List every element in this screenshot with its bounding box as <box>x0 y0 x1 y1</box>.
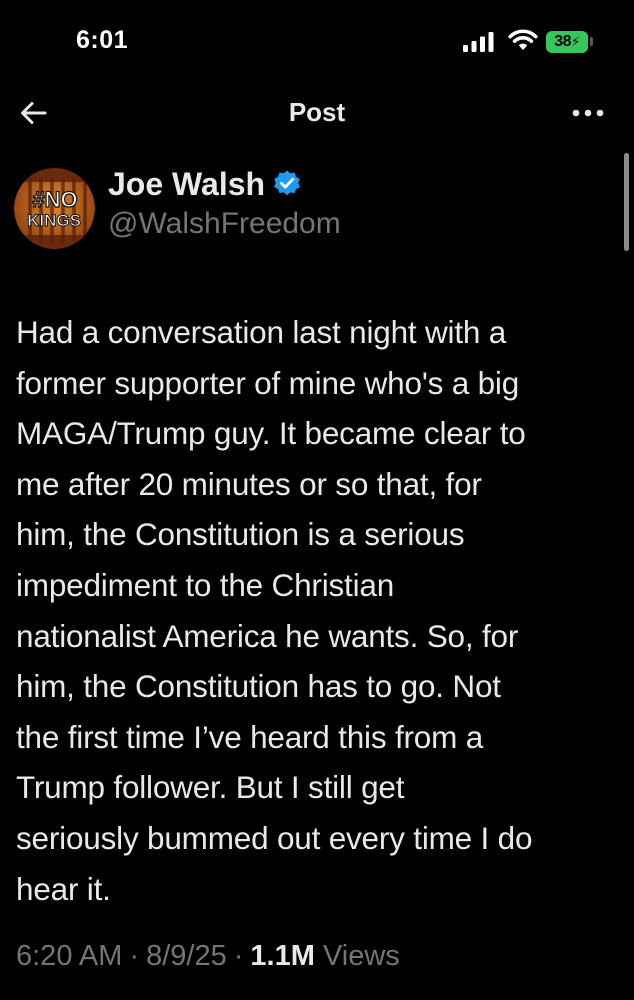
tweet-line: me after 20 minutes or so that, for <box>16 465 482 502</box>
views-label: Views <box>322 940 400 972</box>
svg-text:KINGS: KINGS <box>27 211 81 230</box>
author-name[interactable]: Joe Walsh <box>108 166 265 203</box>
wifi-icon <box>508 29 538 50</box>
tweet-line: hear it. <box>16 870 111 907</box>
status-time: 6:01 <box>76 26 129 54</box>
tweet-text: Had a conversation last night with a for… <box>16 307 622 914</box>
svg-text:#NO: #NO <box>32 187 77 212</box>
meta-separator: · <box>233 940 244 972</box>
verified-badge-icon[interactable] <box>272 169 302 199</box>
nav-bar: Post <box>0 88 634 138</box>
cellular-signal-icon <box>463 32 494 52</box>
tweet-line: the first time I’ve heard this from a <box>16 718 484 755</box>
battery-charging-icon: 38 ⚡ <box>546 31 588 53</box>
post-time[interactable]: 6:20 AM <box>16 940 122 972</box>
avatar[interactable]: #NO KINGS <box>14 168 95 249</box>
tweet-line: nationalist America he wants. So, for <box>16 617 519 654</box>
author-name-row: Joe Walsh <box>108 165 302 203</box>
post-screen: 6:01 38 ⚡ Post #NO KINGS Joe Walsh @Wals… <box>0 0 634 1000</box>
tweet-line: him, the Constitution has to go. Not <box>16 668 501 705</box>
tweet-line: seriously bummed out every time I do <box>16 819 533 856</box>
post-date[interactable]: 8/9/25 <box>146 940 227 972</box>
tweet-line: him, the Constitution is a serious <box>16 516 465 553</box>
battery-tip <box>590 37 593 46</box>
more-horizontal-icon[interactable] <box>569 96 607 130</box>
views-count[interactable]: 1.1M <box>250 940 314 972</box>
no-kings-logo: #NO KINGS <box>14 168 95 249</box>
battery-level: 38 <box>554 33 572 50</box>
status-bar: 6:01 38 ⚡ <box>0 0 634 90</box>
tweet-line: former supporter of mine who's a big <box>16 364 520 401</box>
tweet-line: Had a conversation last night with a <box>16 314 507 350</box>
charging-bolt-icon: ⚡ <box>571 34 580 49</box>
tweet-line: Trump follower. But I still get <box>16 769 405 806</box>
page-title: Post <box>288 97 346 127</box>
scroll-indicator[interactable] <box>624 153 629 251</box>
author-handle[interactable]: @WalshFreedom <box>108 207 341 241</box>
tweet-meta: 6:20 AM · 8/9/25 · 1.1M Views <box>16 940 400 973</box>
meta-separator: · <box>129 940 140 972</box>
tweet-line: impediment to the Christian <box>16 566 395 603</box>
tweet-line: MAGA/Trump guy. It became clear to <box>16 415 526 452</box>
